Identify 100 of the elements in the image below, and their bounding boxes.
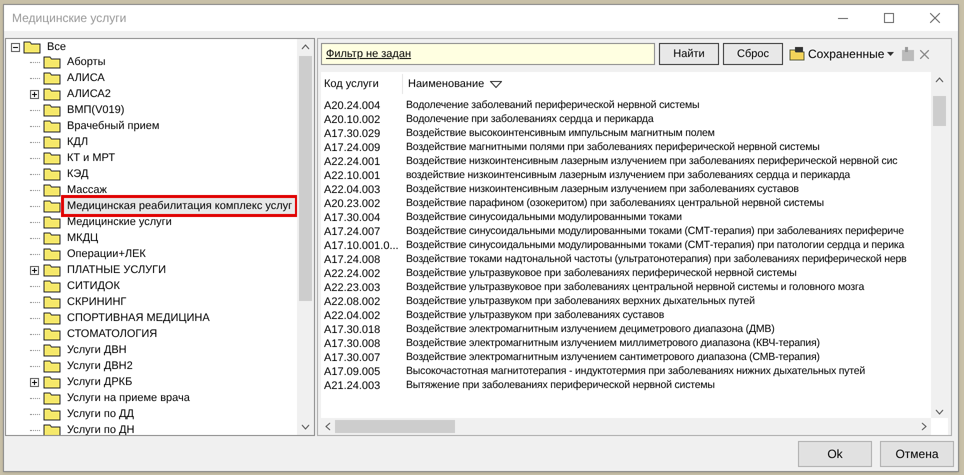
- expand-icon[interactable]: [30, 90, 39, 98]
- caret-icon: [887, 52, 894, 56]
- table-cell-text: воздействие низкоинтенсивным лазерным излучением при заболеваниях сердца и перикарда: [406, 168, 850, 184]
- folder-icon: [43, 215, 61, 229]
- table-cell-text: Воздействие низкоинтенсивным лазерным излучением при заболеваниях суставов: [406, 182, 799, 198]
- tree-item[interactable]: Операции+ЛЕК: [64, 246, 149, 262]
- tree-item[interactable]: Врачебный прием: [64, 118, 162, 134]
- vertical-scrollbar[interactable]: [297, 39, 314, 435]
- folder-icon: [43, 263, 61, 277]
- table-cell-text: Воздействие низкоинтенсивным лазерным излучением при заболеваниях периферической нервной сис: [406, 154, 898, 170]
- tree-item[interactable]: Аборты: [64, 54, 109, 70]
- tree-item[interactable]: Услуги ДВН2: [64, 358, 136, 374]
- table-cell-text: A22.10.001: [324, 168, 382, 184]
- folder-icon: [43, 55, 61, 69]
- tree-item[interactable]: КЭД: [64, 166, 92, 182]
- folder-icon: [43, 343, 61, 357]
- tree-item[interactable]: ВМП(V019): [64, 102, 128, 118]
- tree-item[interactable]: Все: [44, 39, 69, 56]
- table-cell-text: Водолечение при заболеваниях сердца и перикарда: [406, 112, 654, 128]
- tree-item[interactable]: СИТИДОК: [64, 278, 123, 294]
- table-cell-text: Воздействие электромагнитным излучением дециметрового диапазона (ДМВ): [406, 322, 775, 338]
- tree-item[interactable]: Услуги ДРКБ: [64, 374, 136, 390]
- table-cell-text: A20.10.002: [324, 112, 382, 128]
- close-icon[interactable]: [920, 50, 930, 58]
- column-header[interactable]: Код услуги: [321, 74, 403, 94]
- expand-icon[interactable]: [30, 378, 39, 386]
- tree-item[interactable]: КТ и МРТ: [64, 150, 118, 166]
- tree-item[interactable]: Медицинские услуги: [64, 214, 175, 230]
- scrollbar-thumb[interactable]: [299, 56, 312, 301]
- vertical-scrollbar[interactable]: [931, 96, 948, 418]
- table-cell-text: A22.04.003: [324, 182, 382, 198]
- tree-item[interactable]: Услуги на приеме врача: [64, 390, 193, 406]
- dialog-button[interactable]: Ok: [798, 441, 872, 467]
- scrollbar-thumb[interactable]: [335, 420, 455, 433]
- tree-item[interactable]: Медицинская реабилитация комплекс услуг: [64, 198, 296, 214]
- folder-icon: [43, 311, 61, 325]
- tree-item[interactable]: СПОРТИВНАЯ МЕДИЦИНА: [64, 310, 213, 326]
- table-cell-text: A17.24.008: [324, 252, 382, 268]
- filter-link[interactable]: Фильтр не задан: [326, 46, 412, 62]
- tree-item[interactable]: КДЛ: [64, 134, 92, 150]
- tree-item[interactable]: СТОМАТОЛОГИЯ: [64, 326, 160, 342]
- folder-icon: [43, 183, 61, 197]
- filter-field[interactable]: Фильтр не задан: [321, 43, 655, 65]
- saved-filters-button[interactable]: Сохраненные: [787, 43, 896, 65]
- table-cell-text: A17.24.007: [324, 224, 382, 240]
- table-cell-text: Воздействие синусоидальными модулированными токами (СМТ-терапия) при патологии сердца и перика: [406, 238, 904, 254]
- tree-item[interactable]: Массаж: [64, 182, 110, 198]
- table-cell-text: Воздействие ультразвуковое при заболеваниях периферической нервной системы: [406, 266, 797, 282]
- column-header[interactable]: Наименование: [403, 76, 502, 92]
- table-cell-text: Воздействие высокоинтенсивным импульсным магнитным полем: [406, 126, 715, 142]
- table-cell-text: Воздействие магнитными полями при заболеваниях периферической нервной системы: [406, 140, 820, 156]
- dialog-button[interactable]: Отмена: [880, 441, 954, 467]
- folder-icon: [43, 103, 61, 117]
- tree-item[interactable]: МКДЦ: [64, 230, 102, 246]
- maximize-icon: [884, 13, 894, 23]
- table-cell-text: A17.24.009: [324, 140, 382, 156]
- scroll-left-icon[interactable]: [324, 422, 332, 431]
- table-cell-text: Воздействие синусоидальными модулированными токами: [406, 210, 682, 226]
- folder-icon: [789, 47, 805, 61]
- filter-button[interactable]: Найти: [659, 43, 719, 65]
- tree-item[interactable]: АЛИСА2: [64, 86, 114, 102]
- folder-icon: [43, 423, 61, 435]
- folder-icon: [43, 151, 61, 165]
- folder-icon: [43, 135, 61, 149]
- folder-icon: [43, 375, 61, 389]
- table-cell-text: Воздействие ультразвуком при заболеваниях суставов: [406, 308, 664, 324]
- scroll-right-icon[interactable]: [920, 422, 928, 431]
- table-cell-text: Воздействие ультразвуком при заболеваниях верхних дыхательных путей: [406, 294, 755, 310]
- table-cell-text: A21.24.003: [324, 378, 382, 394]
- table-cell-text: A22.24.002: [324, 266, 382, 282]
- sort-icon: [490, 80, 502, 88]
- folder-icon: [43, 359, 61, 373]
- collapse-icon[interactable]: [11, 42, 20, 52]
- table-cell-text: A17.30.004: [324, 210, 382, 226]
- window-title: Медицинские услуги: [12, 10, 128, 27]
- tree-item[interactable]: Услуги по ДД: [64, 406, 137, 422]
- table-cell-text: Воздействие синусоидальными модулированными токами (СМТ-терапия) при заболеваниях перифериче: [406, 224, 904, 240]
- table-cell-text: Воздействие токами надтональной частоты (ультратонотерапия) при заболеваниях периферической нерв: [406, 252, 907, 268]
- table-cell-text: A17.30.018: [324, 322, 382, 338]
- tree-item[interactable]: АЛИСА: [64, 70, 108, 86]
- table-cell-text: Водолечение заболеваний периферической нервной системы: [406, 98, 700, 114]
- tree-item[interactable]: СКРИНИНГ: [64, 294, 130, 310]
- folder-icon: [43, 295, 61, 309]
- scrollbar-thumb[interactable]: [933, 96, 946, 126]
- close-icon: [930, 13, 940, 23]
- expand-icon[interactable]: [30, 266, 39, 274]
- folder-icon: [23, 40, 41, 54]
- folder-icon: [43, 247, 61, 261]
- table-cell-text: A17.30.029: [324, 126, 382, 142]
- tree-item[interactable]: Услуги по ДН: [64, 422, 138, 435]
- table-cell-text: A17.30.007: [324, 350, 382, 366]
- table-cell-text: Воздействие ультразвуковое при заболеваниях центральной нервной системы и головного мозга: [406, 280, 864, 296]
- tree-item[interactable]: ПЛАТНЫЕ УСЛУГИ: [64, 262, 170, 278]
- tree-item[interactable]: Услуги ДВН: [64, 342, 130, 358]
- folder-icon: [43, 167, 61, 181]
- table-cell-text: Воздействие парафином (озокеритом) при заболеваниях центральной нервной системы: [406, 196, 824, 212]
- table-cell-text: A17.09.005: [324, 364, 382, 380]
- table-cell-text: A22.24.001: [324, 154, 382, 170]
- horizontal-scrollbar[interactable]: [321, 418, 931, 435]
- filter-button[interactable]: Сброс: [723, 43, 783, 65]
